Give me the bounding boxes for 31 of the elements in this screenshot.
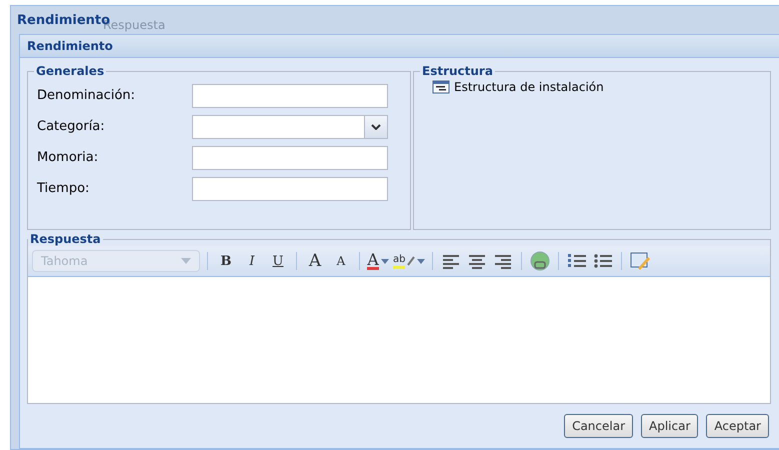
tree-item[interactable]: Estructura de instalación bbox=[454, 80, 604, 94]
pencil-icon bbox=[407, 256, 416, 266]
font-color-button[interactable]: A bbox=[367, 250, 389, 272]
caret-icon bbox=[417, 258, 426, 264]
dialog-button[interactable]: Aplicar bbox=[641, 414, 698, 438]
globe-icon bbox=[530, 251, 550, 271]
fieldset-legend: Respuesta bbox=[28, 232, 103, 246]
caret-icon bbox=[181, 258, 191, 264]
fieldset-legend: Generales bbox=[34, 64, 106, 78]
dialog-button[interactable]: Cancelar bbox=[564, 414, 634, 438]
input-field[interactable] bbox=[192, 176, 388, 200]
bold-button[interactable]: B bbox=[215, 250, 237, 272]
field-label: Categoría: bbox=[36, 119, 106, 134]
fieldset-legend: Estructura bbox=[420, 64, 495, 78]
field-label: Denominación: bbox=[36, 88, 136, 103]
underline-button[interactable]: U bbox=[267, 250, 289, 272]
field-label: Tiempo: bbox=[36, 181, 90, 196]
chevron-down-icon bbox=[371, 124, 381, 130]
shrink-font-button[interactable]: A bbox=[330, 250, 352, 272]
italic-button[interactable]: I bbox=[241, 250, 263, 272]
field-label: Momoria: bbox=[36, 150, 100, 165]
tree-node-icon bbox=[430, 80, 450, 94]
input-field[interactable] bbox=[192, 84, 388, 108]
panel-title: Rendimiento bbox=[20, 35, 779, 58]
source-edit-button[interactable] bbox=[629, 250, 652, 272]
caret-icon bbox=[380, 258, 389, 264]
dialog-button[interactable]: Aceptar bbox=[706, 414, 769, 438]
link-button[interactable] bbox=[529, 250, 552, 272]
highlight-button[interactable]: ab bbox=[393, 250, 426, 272]
grow-font-button[interactable]: A bbox=[304, 250, 326, 272]
input-field[interactable] bbox=[192, 146, 388, 170]
